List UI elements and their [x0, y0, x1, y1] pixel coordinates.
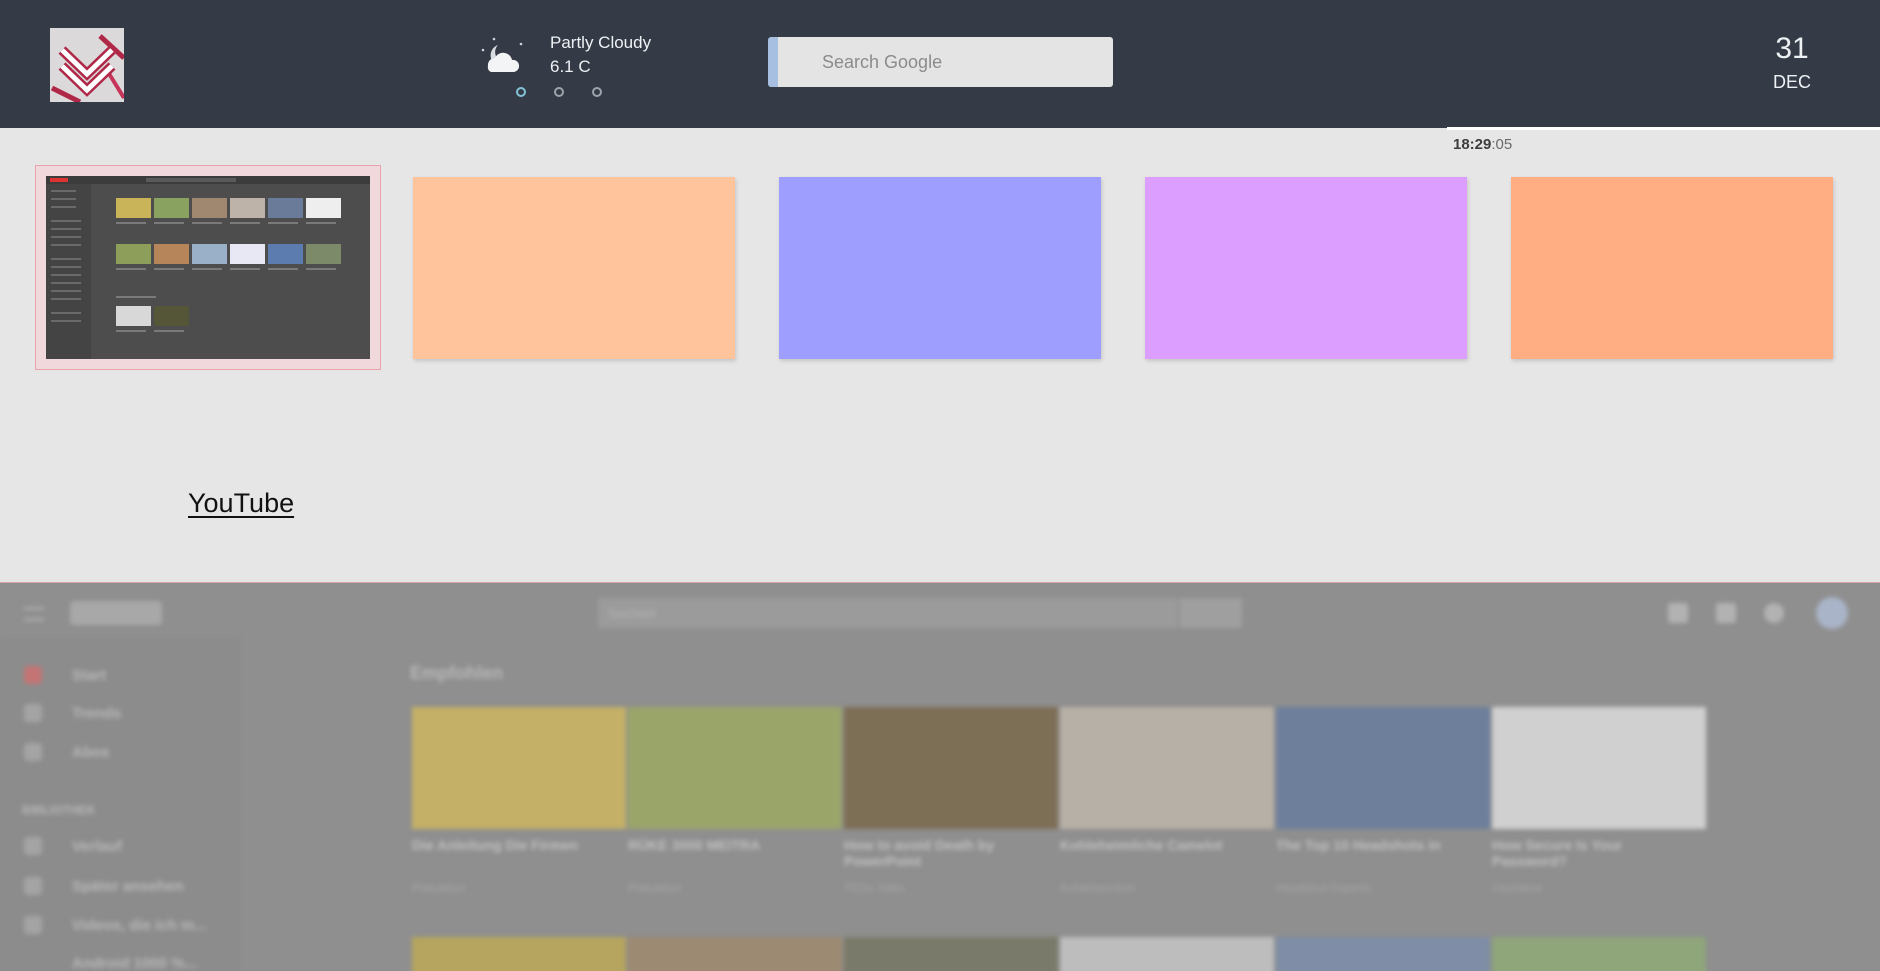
video-thumbnail	[412, 937, 626, 971]
video-thumbnail	[412, 707, 626, 829]
nav-item: Trends	[72, 705, 122, 722]
app-logo	[50, 28, 124, 102]
section-label: BIBLIOTHEK	[22, 803, 96, 817]
home-icon	[24, 666, 42, 684]
video-title: How Secure Is Your Password?	[1492, 837, 1623, 869]
youtube-preview-image	[46, 176, 370, 359]
weather-temperature: 6.1 C	[550, 57, 591, 76]
video-title: Die Anleitung Die Firmen	[412, 837, 578, 853]
bell-icon	[1764, 603, 1784, 623]
liked-icon	[24, 916, 42, 934]
history-icon	[24, 837, 42, 855]
video-thumbnail	[628, 937, 842, 971]
library-item: Videos, die ich m...	[72, 917, 207, 934]
tile-5[interactable]	[1511, 177, 1833, 359]
avatar	[1816, 597, 1848, 629]
pager-dots	[516, 87, 602, 97]
upload-icon	[1668, 603, 1688, 623]
video-thumbnail	[628, 707, 842, 829]
video-thumbnail	[1276, 707, 1490, 829]
tile-2[interactable]	[413, 177, 735, 359]
background-search-icon	[1180, 598, 1242, 628]
pager-dot[interactable]	[592, 87, 602, 97]
library-item: Später ansehen	[72, 878, 184, 895]
selected-tile-title[interactable]: YouTube	[188, 488, 294, 519]
tile-preview	[46, 176, 370, 359]
shelf-title: Empfohlen	[410, 663, 503, 683]
video-thumbnail	[1492, 937, 1706, 971]
tile-3[interactable]	[779, 177, 1101, 359]
nav-item: Abos	[72, 744, 110, 761]
background-page-preview: Suchen Start Trends Abos BIBLIOTHEK Verl…	[0, 582, 1880, 971]
trending-icon	[24, 704, 42, 722]
video-thumbnail	[1060, 707, 1274, 829]
menu-icon	[24, 607, 44, 621]
video-channel: Dashlane	[1492, 881, 1543, 895]
pager-dot[interactable]	[516, 87, 526, 97]
tile-4[interactable]	[1145, 177, 1467, 359]
tile-youtube[interactable]	[35, 165, 381, 370]
library-item: Verlauf	[72, 838, 123, 855]
logo-icon	[50, 28, 124, 102]
video-thumbnail	[844, 937, 1058, 971]
pager-dot[interactable]	[554, 87, 564, 97]
time-progress-bar	[1447, 127, 1880, 130]
video-channel: Kohleheimlich	[1060, 881, 1135, 895]
subscriptions-icon	[24, 743, 42, 761]
apps-icon	[1716, 603, 1736, 623]
date-day: 31	[1775, 32, 1809, 65]
clock-seconds: :05	[1491, 136, 1513, 153]
video-title: Kohleheimliche Camelot	[1060, 837, 1223, 853]
partly-cloudy-night-icon	[480, 36, 526, 74]
nav-item: Start	[72, 667, 107, 684]
video-channel: Headshot Experts	[1276, 881, 1372, 895]
background-search-input: Suchen	[598, 598, 1178, 628]
clock: 18:29:05	[1453, 136, 1512, 153]
video-thumbnail	[1060, 937, 1274, 971]
search-box	[768, 37, 1113, 87]
video-thumbnail	[1492, 707, 1706, 829]
video-title: RÜKE 3000 MEITRA	[628, 837, 761, 853]
video-channel: TEDx Talks	[844, 881, 905, 895]
video-title: How to avoid Death by PowerPoint	[844, 837, 995, 869]
weather-condition: Partly Cloudy	[550, 33, 652, 52]
video-thumbnail	[844, 707, 1058, 829]
youtube-logo-icon	[70, 601, 162, 625]
video-thumbnail	[1276, 937, 1490, 971]
watch-later-icon	[24, 877, 42, 895]
clock-hours-minutes: 18:29	[1453, 136, 1492, 153]
top-bar: Partly Cloudy 6.1 C 31 DEC	[0, 0, 1880, 128]
video-channel: Plakatbiet	[628, 881, 681, 895]
library-item: Android 1000 %...	[72, 955, 198, 971]
date-month: DEC	[1772, 72, 1811, 92]
video-title: The Top 10 Headshots in	[1276, 837, 1441, 853]
search-input[interactable]	[778, 37, 1113, 87]
video-channel: Plakatbiet	[412, 881, 465, 895]
